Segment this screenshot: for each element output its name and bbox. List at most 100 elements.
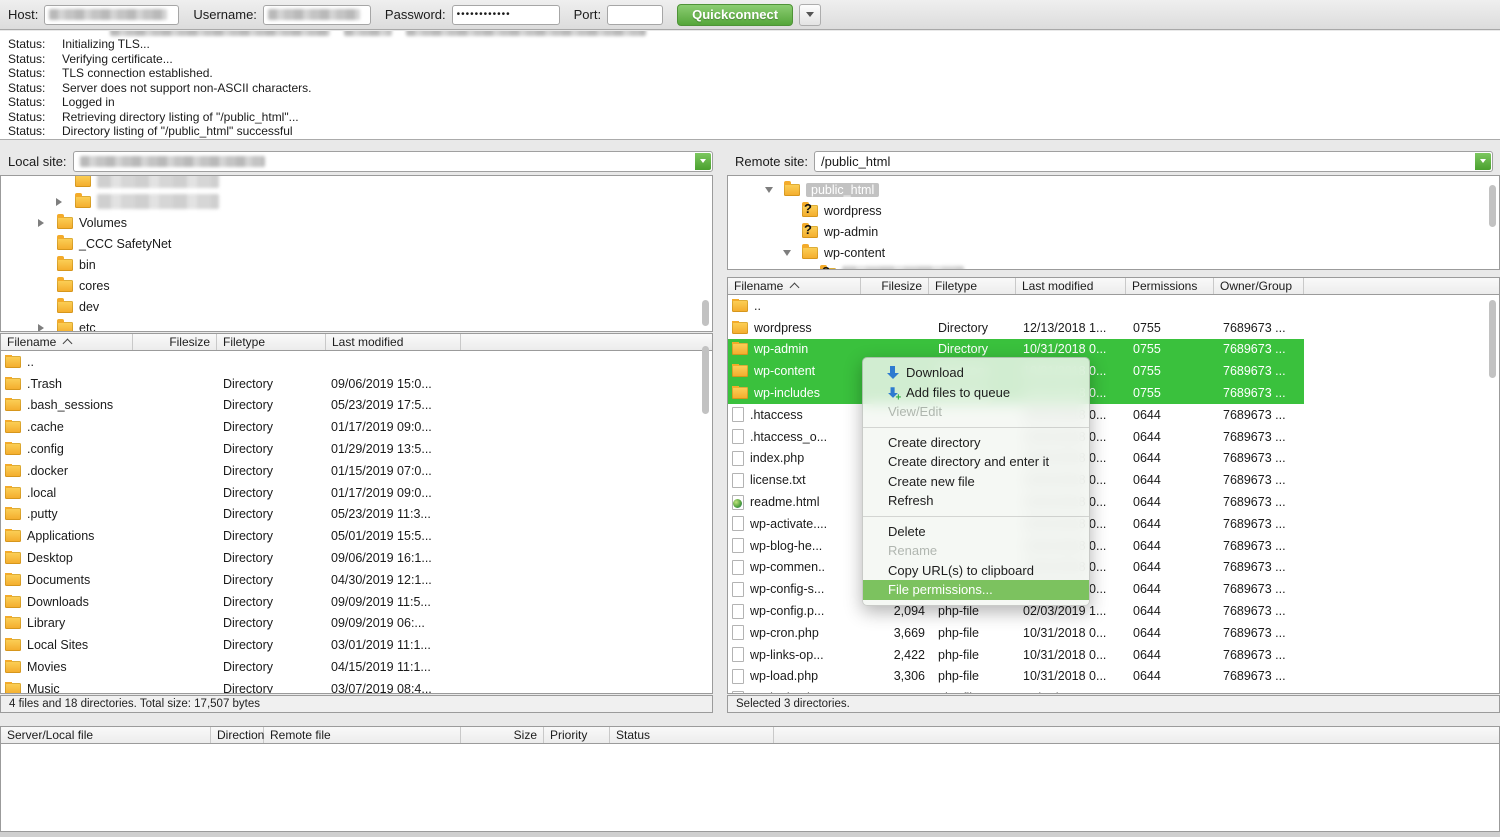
remote-tree-scrollbar[interactable] xyxy=(1489,185,1496,227)
menu-item-file-permissions[interactable]: File permissions... xyxy=(863,580,1089,600)
tree-item-ccc-safetynet[interactable]: _CCC SafetyNet xyxy=(1,233,712,254)
local-file-row-putty[interactable]: .puttyDirectory05/23/2019 11:3... xyxy=(1,504,712,526)
remote-file-row-wp-links-op[interactable]: wp-links-op...2,422php-file10/31/2018 0.… xyxy=(728,644,1499,666)
menu-item-copy-url-s-to-clipboard[interactable]: Copy URL(s) to clipboard xyxy=(863,561,1089,581)
remote-file-row-wordpress[interactable]: wordpressDirectory12/13/2018 1...0755768… xyxy=(728,317,1499,339)
column-header-owner-group[interactable]: Owner/Group xyxy=(1214,278,1304,294)
local-file-row-trash[interactable]: .TrashDirectory09/06/2019 15:0... xyxy=(1,373,712,395)
local-file-row-movies[interactable]: MoviesDirectory04/15/2019 11:1... xyxy=(1,656,712,678)
column-header-size[interactable]: Size xyxy=(461,727,544,743)
local-site-dropdown-icon[interactable] xyxy=(695,153,711,170)
remote-file-row-wp-cron-php[interactable]: wp-cron.php3,669php-file10/31/2018 0...0… xyxy=(728,622,1499,644)
column-header-remote-file[interactable]: Remote file xyxy=(264,727,461,743)
remote-file-row-index-php[interactable]: index.php10/31/2018 0...06447689673 ... xyxy=(728,448,1499,470)
menu-item-add-files-to-queue[interactable]: + Add files to queue xyxy=(863,383,1089,403)
tree-expander-icon[interactable] xyxy=(35,219,57,227)
remote-file-row-wp-admin[interactable]: wp-adminDirectory10/31/2018 0...07557689… xyxy=(728,339,1499,361)
remote-file-row-wp-commen[interactable]: wp-commen..10/31/2018 0...06447689673 ..… xyxy=(728,557,1499,579)
local-list-scrollbar[interactable] xyxy=(702,346,709,414)
tree-item[interactable] xyxy=(1,175,712,191)
remote-file-row-wp-activate[interactable]: wp-activate....10/31/2018 0...0644768967… xyxy=(728,513,1499,535)
local-site-combobox[interactable] xyxy=(73,151,713,172)
tree-item-dev[interactable]: dev xyxy=(1,296,712,317)
host-input[interactable] xyxy=(44,5,179,25)
tree-item-bin[interactable]: bin xyxy=(1,254,712,275)
remote-file-row-wp-blog-he[interactable]: wp-blog-he...10/31/2018 0...06447689673 … xyxy=(728,535,1499,557)
column-header-direction[interactable]: Direction xyxy=(211,727,264,743)
menu-item-refresh[interactable]: Refresh xyxy=(863,491,1089,511)
quickconnect-dropdown-button[interactable] xyxy=(799,4,821,26)
column-header-filetype[interactable]: Filetype xyxy=(217,334,326,350)
remote-site-combobox[interactable]: /public_html xyxy=(814,151,1493,172)
tree-item-wp-admin[interactable]: ? wp-admin xyxy=(728,221,1499,242)
remote-file-row-license-txt[interactable]: license.txt10/31/2018 0...06447689673 ..… xyxy=(728,469,1499,491)
remote-file-row-wp-config-p[interactable]: wp-config.p...2,094php-file02/03/2019 1.… xyxy=(728,600,1499,622)
tree-item-cores[interactable]: cores xyxy=(1,275,712,296)
column-header-filename[interactable]: Filename xyxy=(1,334,133,350)
remote-file-row-wp-load-php[interactable]: wp-load.php3,306php-file10/31/2018 0...0… xyxy=(728,666,1499,688)
column-header-filename[interactable]: Filename xyxy=(728,278,861,294)
local-file-row-local-sites[interactable]: Local SitesDirectory03/01/2019 11:1... xyxy=(1,634,712,656)
local-file-row-docker[interactable]: .dockerDirectory01/15/2019 07:0... xyxy=(1,460,712,482)
menu-item-create-directory[interactable]: Create directory xyxy=(863,433,1089,453)
local-file-row-cache[interactable]: .cacheDirectory01/17/2019 09:0... xyxy=(1,416,712,438)
menu-item-download[interactable]: Download xyxy=(863,363,1089,383)
column-header-last-modified[interactable]: Last modified xyxy=(326,334,461,350)
remote-file-row-wp-config-s[interactable]: wp-config-s...10/31/2018 0...06447689673… xyxy=(728,578,1499,600)
local-file-row-applications[interactable]: ApplicationsDirectory05/01/2019 15:5... xyxy=(1,525,712,547)
local-file-row-config[interactable]: .configDirectory01/29/2019 13:5... xyxy=(1,438,712,460)
tree-item-volumes[interactable]: Volumes xyxy=(1,212,712,233)
column-header-filetype[interactable]: Filetype xyxy=(929,278,1016,294)
window-bottom-edge xyxy=(0,831,1500,837)
remote-file-row-wp-login-ph[interactable]: wp-login.ph...37,794php-file10/30/2018 1… xyxy=(728,687,1499,694)
tree-item[interactable]: ? xyxy=(728,263,1499,270)
tree-item-public-html[interactable]: public_html xyxy=(728,179,1499,200)
tree-expander-icon[interactable] xyxy=(762,187,784,193)
local-file-row-local[interactable]: .localDirectory01/17/2019 09:0... xyxy=(1,482,712,504)
local-file-row-desktop[interactable]: DesktopDirectory09/06/2019 16:1... xyxy=(1,547,712,569)
remote-file-row-htaccess-o[interactable]: .htaccess_o...10/31/2018 0...06447689673… xyxy=(728,426,1499,448)
tree-item-wp-content[interactable]: wp-content xyxy=(728,242,1499,263)
menu-item-delete[interactable]: Delete xyxy=(863,522,1089,542)
column-header-last-modified[interactable]: Last modified xyxy=(1016,278,1126,294)
local-file-row-library[interactable]: LibraryDirectory09/09/2019 06:... xyxy=(1,613,712,635)
cell: 7689673 ... xyxy=(1214,560,1304,574)
local-file-row-music[interactable]: MusicDirectory03/07/2019 08:4... xyxy=(1,678,712,694)
quickconnect-button[interactable]: Quickconnect xyxy=(677,4,793,26)
remote-file-row-readme-html[interactable]: readme.html10/31/2018 0...06447689673 ..… xyxy=(728,491,1499,513)
remote-file-row-[interactable]: .. xyxy=(728,295,1499,317)
local-file-row-downloads[interactable]: DownloadsDirectory09/09/2019 11:5... xyxy=(1,591,712,613)
cell: Directory xyxy=(217,398,326,412)
cell: 7689673 ... xyxy=(1214,517,1304,531)
local-file-row-bash-sessions[interactable]: .bash_sessionsDirectory05/23/2019 17:5..… xyxy=(1,395,712,417)
tree-expander-icon[interactable] xyxy=(53,198,75,206)
tree-expander-icon[interactable] xyxy=(780,250,802,256)
tree-item-etc[interactable]: etc xyxy=(1,317,712,332)
local-file-row-[interactable]: .. xyxy=(1,351,712,373)
remote-file-row-wp-content[interactable]: wp-contentDirectory10/31/2018 0...075576… xyxy=(728,360,1499,382)
tree-item[interactable] xyxy=(1,191,712,212)
password-input[interactable]: •••••••••••• xyxy=(452,5,560,25)
remote-site-dropdown-icon[interactable] xyxy=(1475,153,1491,170)
column-header-filesize[interactable]: Filesize xyxy=(133,334,217,350)
cell: 7689673 ... xyxy=(1214,430,1304,444)
username-label: Username: xyxy=(193,7,257,22)
remote-list-scrollbar[interactable] xyxy=(1489,300,1496,378)
tree-expander-icon[interactable] xyxy=(35,324,57,332)
column-header-server-local-file[interactable]: Server/Local file xyxy=(1,727,211,743)
folder-icon xyxy=(732,387,748,399)
local-file-row-documents[interactable]: DocumentsDirectory04/30/2019 12:1... xyxy=(1,569,712,591)
menu-item-create-directory-and-enter-it[interactable]: Create directory and enter it xyxy=(863,452,1089,472)
column-header-filesize[interactable]: Filesize xyxy=(861,278,929,294)
column-header-priority[interactable]: Priority xyxy=(544,727,610,743)
username-input[interactable] xyxy=(263,5,371,25)
local-tree-scrollbar[interactable] xyxy=(702,300,709,326)
port-input[interactable] xyxy=(607,5,663,25)
menu-item-create-new-file[interactable]: Create new file xyxy=(863,472,1089,492)
tree-item-wordpress[interactable]: ? wordpress xyxy=(728,200,1499,221)
remote-file-row-wp-includes[interactable]: wp-includesDirectory10/31/2018 0...07557… xyxy=(728,382,1499,404)
remote-file-row-htaccess[interactable]: .htaccess10/31/2018 0...06447689673 ... xyxy=(728,404,1499,426)
column-header-permissions[interactable]: Permissions xyxy=(1126,278,1214,294)
column-header-status[interactable]: Status xyxy=(610,727,774,743)
cell: php-file xyxy=(929,648,1016,662)
